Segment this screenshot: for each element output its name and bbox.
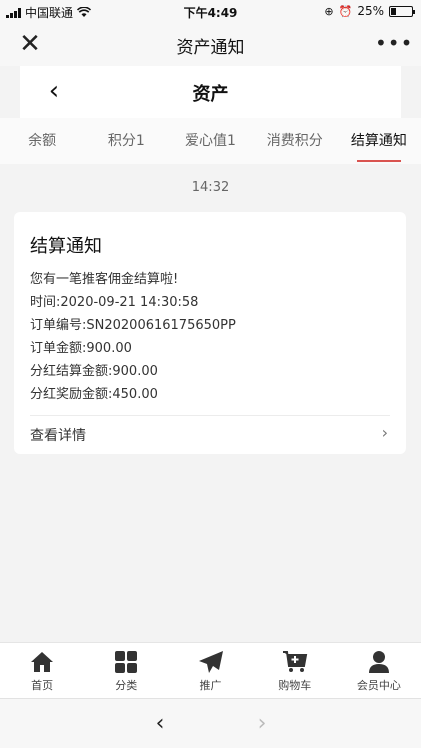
back-arrow-icon[interactable]: ‹ xyxy=(146,709,174,739)
tab-love-value[interactable]: 爱心值1 xyxy=(168,118,252,164)
view-details-label: 查看详情 xyxy=(30,428,86,444)
tab-consumption-points[interactable]: 消费积分 xyxy=(253,118,337,164)
forward-arrow-icon[interactable]: › xyxy=(248,709,276,739)
nav-item-cart[interactable]: 购物车 xyxy=(253,643,337,698)
card-line-dividend-settlement: 分红结算金额:900.00 xyxy=(30,364,158,379)
home-icon xyxy=(31,652,54,672)
nav-label-category: 分类 xyxy=(115,679,138,692)
notification-card: 结算通知 您有一笔推客佣金结算啦! 时间:2020-09-21 14:30:58… xyxy=(14,212,406,454)
tab-points[interactable]: 积分1 xyxy=(84,118,168,164)
more-dots-icon[interactable]: ••• xyxy=(375,30,412,58)
chevron-right-icon: › xyxy=(381,423,388,442)
battery-level xyxy=(391,7,396,15)
tab-balance[interactable]: 余额 xyxy=(0,118,84,164)
card-line-order-amount: 订单金额:900.00 xyxy=(30,341,132,356)
grid-icon xyxy=(115,651,138,673)
cart-icon xyxy=(282,651,307,672)
status-right: ⊕ ⏰ 25% xyxy=(324,4,415,18)
card-body: 您有一笔推客佣金结算啦! 时间:2020-09-21 14:30:58 订单编号… xyxy=(30,268,236,406)
page-title: 资产 xyxy=(192,84,229,105)
nav-label-member-center: 会员中心 xyxy=(356,679,401,692)
page-header: ‹ 资产 xyxy=(20,66,401,118)
view-details-link[interactable]: 查看详情 › xyxy=(14,416,406,454)
battery-icon xyxy=(389,5,415,17)
rotation-lock-icon: ⊕ xyxy=(324,4,334,18)
message-timestamp: 14:32 xyxy=(191,180,230,195)
app-header: ✕ 资产通知 ••• xyxy=(0,22,421,66)
app-title: 资产通知 xyxy=(176,38,245,58)
battery-percent: 25% xyxy=(357,4,384,18)
status-bar: 中国联通 下午4:49 ⊕ ⏰ 25% xyxy=(0,0,421,22)
nav-label-home: 首页 xyxy=(31,679,54,692)
nav-item-member-center[interactable]: 会员中心 xyxy=(337,643,421,698)
card-line-time: 时间:2020-09-21 14:30:58 xyxy=(30,295,199,310)
nav-label-promote: 推广 xyxy=(199,679,222,692)
nav-item-home[interactable]: 首页 xyxy=(0,643,84,698)
card-line-message: 您有一笔推客佣金结算啦! xyxy=(30,272,179,287)
paper-plane-icon xyxy=(198,651,223,673)
bottom-nav: 首页 分类 推广 购物车 会员中心 xyxy=(0,642,421,698)
browser-bar: ‹ › xyxy=(0,698,421,748)
card-title: 结算通知 xyxy=(30,236,102,257)
nav-label-cart: 购物车 xyxy=(278,679,312,692)
tab-settlement-notice[interactable]: 结算通知 xyxy=(337,118,421,164)
nav-item-promote[interactable]: 推广 xyxy=(168,643,252,698)
nav-item-category[interactable]: 分类 xyxy=(84,643,168,698)
card-line-dividend-reward: 分红奖励金额:450.00 xyxy=(30,387,158,402)
user-icon xyxy=(368,651,389,673)
alarm-icon: ⏰ xyxy=(338,4,353,18)
asset-tabs: 余额 积分1 爱心值1 消费积分 结算通知 xyxy=(0,118,421,164)
card-line-order-number: 订单编号:SN20200616175650PP xyxy=(30,318,236,333)
